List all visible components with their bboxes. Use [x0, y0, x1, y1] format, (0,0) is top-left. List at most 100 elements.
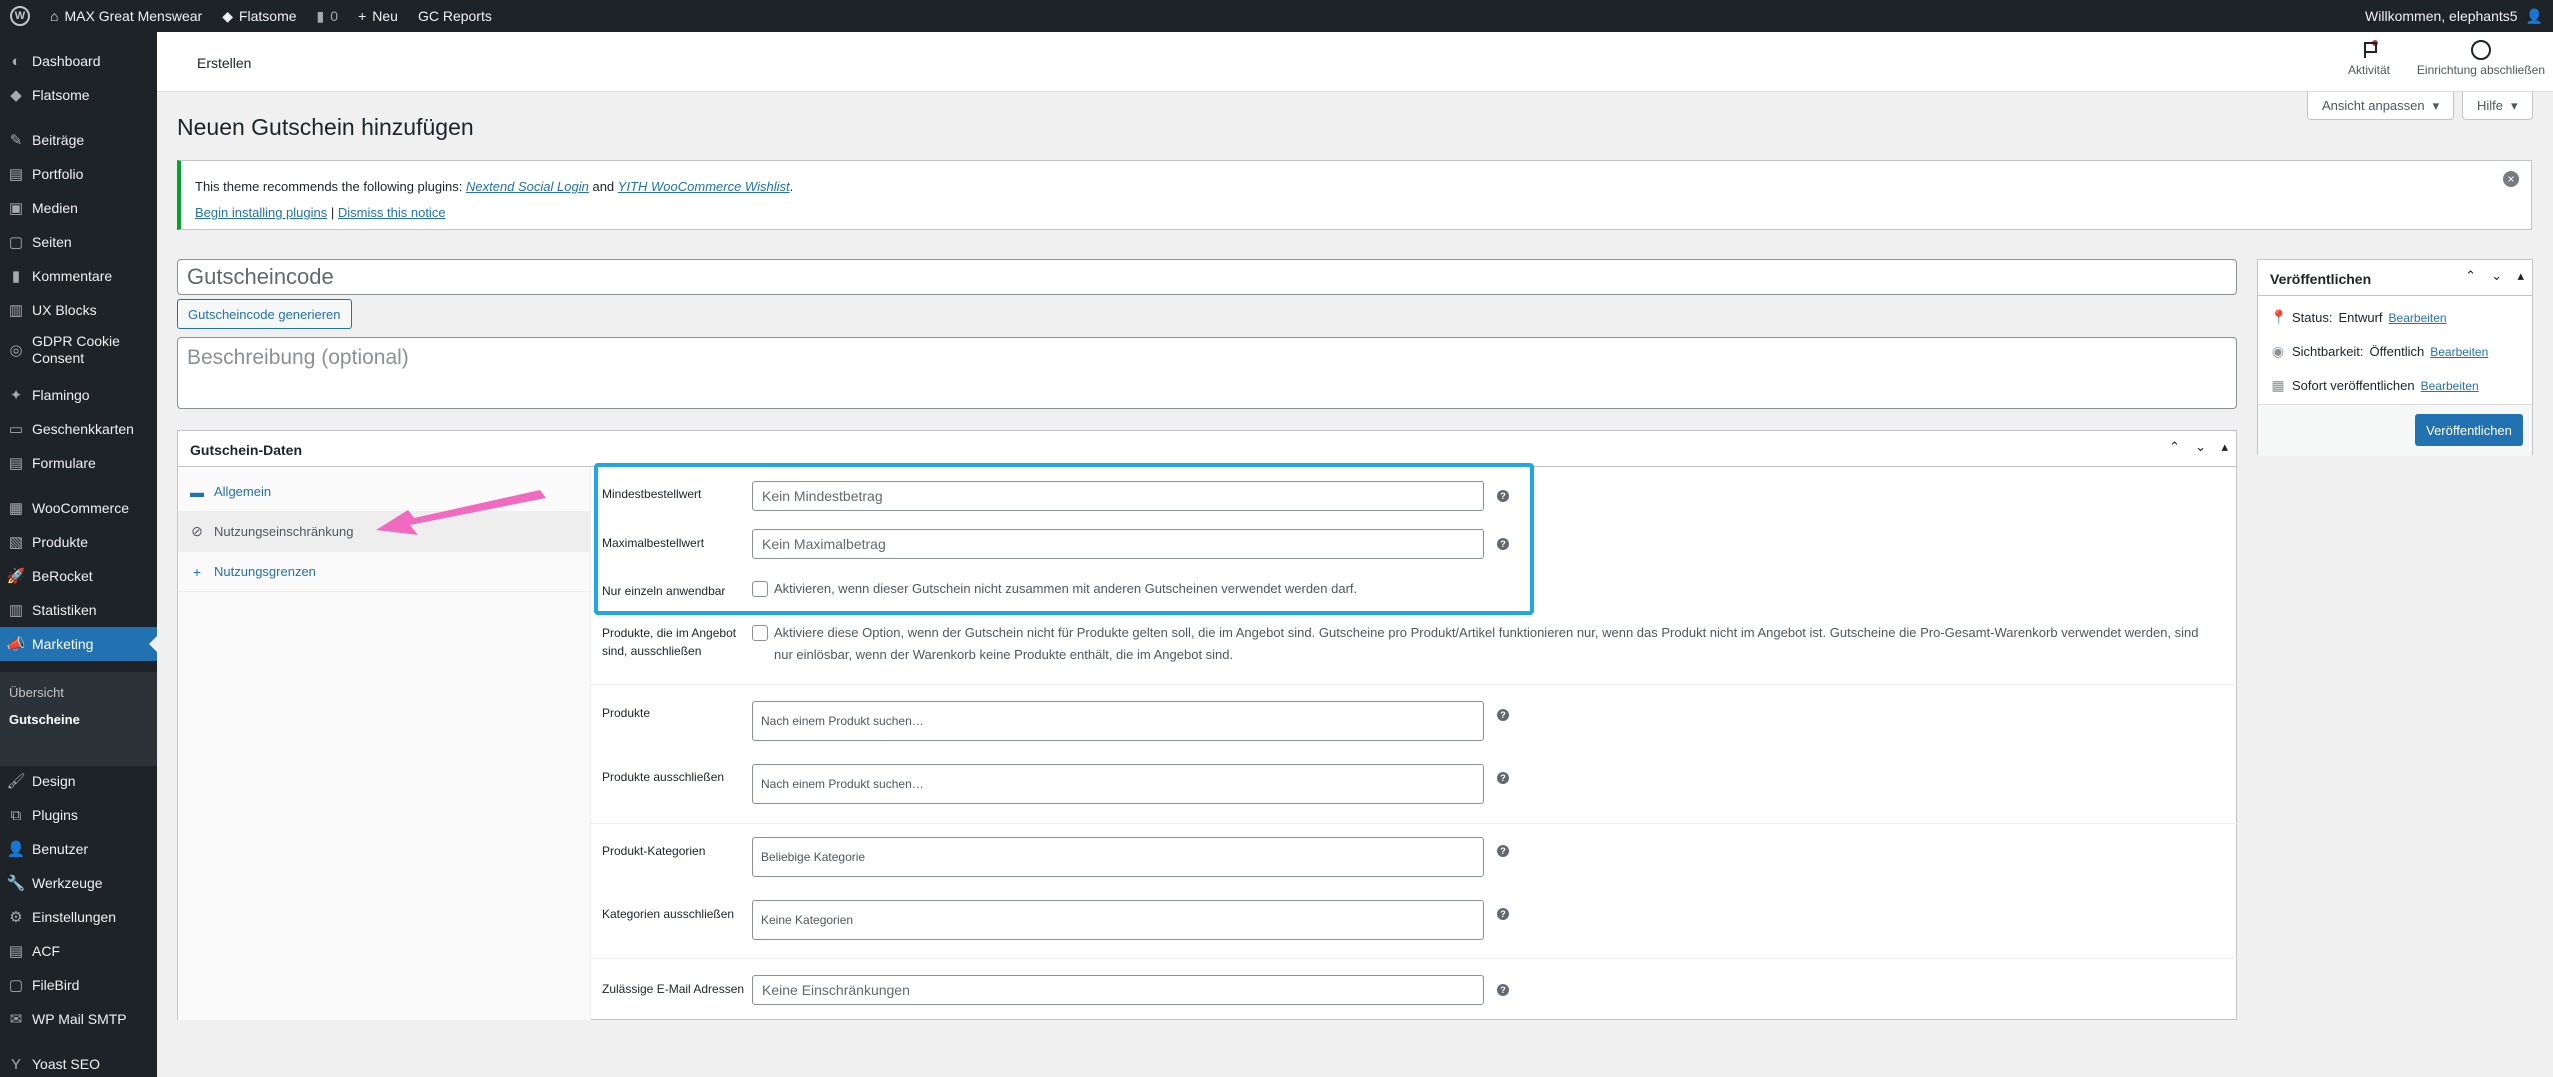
sidebar-item-label: Flatsome — [32, 87, 90, 103]
sidebar-item-dashboard[interactable]: ◐ Dashboard — [0, 44, 157, 78]
sidebar-item-statistiken[interactable]: ▥ Statistiken — [0, 593, 157, 627]
sidebar-item-label: Produkte — [32, 534, 89, 550]
design-icon: 🖌 — [6, 773, 26, 790]
pages-icon: ▢ — [8, 234, 24, 251]
wordpress-icon: W — [10, 6, 30, 26]
sidebar-item-woocommerce[interactable]: ▦ WooCommerce — [0, 491, 157, 525]
help-icon[interactable]: ? — [1497, 845, 1509, 857]
activity-button[interactable]: Aktivität — [2348, 40, 2390, 77]
sidebar-item-benutzer[interactable]: 👤 Benutzer — [0, 832, 157, 866]
toggle-panel-icon[interactable]: ▴ — [2517, 268, 2524, 284]
coupon-data-header: Gutschein-Daten ⌃ ⌄ ▴ — [178, 431, 2236, 467]
screen-options-button[interactable]: Ansicht anpassen ▾ — [2307, 92, 2455, 120]
greeting: Willkommen, elephants5 — [2365, 8, 2518, 24]
section-divider — [591, 684, 2237, 685]
sidebar-item-medien[interactable]: ▣ Medien — [0, 191, 157, 225]
gc-reports-link[interactable]: GC Reports — [408, 0, 502, 32]
exclude-sale-checkbox[interactable] — [752, 625, 768, 641]
my-account[interactable]: Willkommen, elephants5 👤 — [2365, 0, 2553, 32]
site-name-link[interactable]: ⌂ MAX Great Menswear — [40, 0, 212, 32]
chevron-down-icon[interactable]: ⌄ — [2491, 268, 2502, 284]
submenu-item-overview[interactable]: Übersicht — [9, 685, 64, 700]
dismiss-notice-link[interactable]: Dismiss this notice — [338, 205, 446, 220]
sidebar-item-kommentare[interactable]: ▮ Kommentare — [0, 259, 157, 293]
restriction-icon: ⊘ — [191, 523, 203, 539]
close-icon[interactable]: × — [2503, 171, 2519, 187]
sidebar-item-flatsome[interactable]: ◆ Flatsome — [0, 78, 157, 112]
notice-plugin-link-2[interactable]: YITH WooCommerce Wishlist — [618, 179, 790, 194]
sidebar-item-acf[interactable]: ▤ ACF — [0, 934, 157, 968]
help-icon[interactable]: ? — [1497, 709, 1509, 721]
finish-setup-button[interactable]: Einrichtung abschließen — [2417, 40, 2545, 77]
marketing-submenu: Übersicht Gutscheine — [0, 672, 157, 766]
sidebar-item-filebird[interactable]: ▢ FileBird — [0, 968, 157, 1002]
sidebar-item-label: GDPR Cookie Consent — [32, 332, 120, 367]
exclude-products-select[interactable]: Nach einem Produkt suchen… — [752, 764, 1484, 804]
chevron-up-icon[interactable]: ⌃ — [2169, 439, 2180, 455]
sidebar-item-berocket[interactable]: 🚀 BeRocket — [0, 559, 157, 593]
sidebar-item-label: Statistiken — [32, 602, 97, 618]
flag-icon — [2359, 40, 2379, 60]
mail-icon: ✉ — [9, 1011, 23, 1028]
comments-count: 0 — [330, 8, 339, 24]
status-row: 📍 Status: Entwurf Bearbeiten — [2270, 309, 2447, 325]
edit-visibility-link[interactable]: Bearbeiten — [2430, 345, 2488, 359]
tab-usage-limits[interactable]: + Nutzungsgrenzen — [178, 552, 591, 592]
description-input[interactable] — [177, 337, 2237, 409]
sidebar-item-plugins[interactable]: ⧉ Plugins — [0, 798, 157, 832]
forms-icon: ▤ — [8, 455, 24, 472]
edit-status-link[interactable]: Bearbeiten — [2389, 311, 2447, 325]
begin-installing-link[interactable]: Begin installing plugins — [195, 205, 327, 220]
flamingo-icon: ✦ — [9, 387, 23, 404]
publish-button[interactable]: Veröffentlichen — [2415, 414, 2523, 446]
exclude-products-label: Produkte ausschließen — [602, 770, 725, 784]
settings-icon: ⚙ — [9, 909, 23, 926]
section-divider — [591, 823, 2237, 824]
publish-title: Veröffentlichen — [2270, 271, 2372, 287]
edit-schedule-link[interactable]: Bearbeiten — [2421, 379, 2479, 393]
sidebar-item-geschenkkarten[interactable]: ▭ Geschenkkarten — [0, 412, 157, 446]
toggle-panel-icon[interactable]: ▴ — [2221, 439, 2228, 455]
sidebar-item-marketing[interactable]: 📣 Marketing — [0, 627, 157, 661]
exclude-categories-select[interactable]: Keine Kategorien — [752, 900, 1484, 940]
sidebar-item-formulare[interactable]: ▤ Formulare — [0, 446, 157, 480]
home-icon: ⌂ — [50, 8, 59, 24]
sidebar-item-wp-mail-smtp[interactable]: ✉ WP Mail SMTP — [0, 1002, 157, 1036]
sidebar-item-label: WP Mail SMTP — [32, 1011, 127, 1027]
sidebar-item-beiträge[interactable]: ✎ Beiträge — [0, 123, 157, 157]
help-button[interactable]: Hilfe ▾ — [2462, 92, 2533, 120]
sidebar-item-gdpr-cookie-consent[interactable]: ◎ GDPR Cookie Consent — [0, 327, 157, 373]
sidebar-item-seiten[interactable]: ▢ Seiten — [0, 225, 157, 259]
help-icon[interactable]: ? — [1497, 984, 1509, 996]
allowed-emails-input[interactable] — [752, 975, 1484, 1005]
help-icon[interactable]: ? — [1497, 908, 1509, 920]
chevron-down-icon[interactable]: ⌄ — [2195, 439, 2206, 455]
sidebar-item-label: UX Blocks — [32, 302, 97, 318]
sidebar-item-flamingo[interactable]: ✦ Flamingo — [0, 378, 157, 412]
categories-select[interactable]: Beliebige Kategorie — [752, 837, 1484, 877]
help-icon[interactable]: ? — [1497, 772, 1509, 784]
chevron-up-icon[interactable]: ⌃ — [2465, 268, 2476, 284]
sidebar-item-yoast-seo[interactable]: Y Yoast SEO — [0, 1047, 157, 1077]
gift-card-icon: ▭ — [8, 421, 24, 438]
new-content-link[interactable]: + Neu — [348, 0, 408, 32]
sidebar-item-label: Design — [32, 773, 76, 789]
coupon-code-input[interactable] — [177, 259, 2237, 295]
sidebar-item-design[interactable]: 🖌 Design — [0, 764, 157, 798]
wp-logo-menu[interactable]: W — [0, 0, 40, 32]
site-name: MAX Great Menswear — [64, 8, 203, 24]
sidebar-item-ux-blocks[interactable]: ▥ UX Blocks — [0, 293, 157, 327]
comment-icon: ▮ — [316, 7, 325, 24]
generate-code-button[interactable]: Gutscheincode generieren — [177, 299, 352, 329]
caret-down-icon: ▾ — [2432, 97, 2440, 113]
submenu-item-coupons[interactable]: Gutscheine — [9, 712, 80, 727]
sidebar-item-portfolio[interactable]: ▤ Portfolio — [0, 157, 157, 191]
sidebar-item-label: Seiten — [32, 234, 72, 250]
sidebar-item-produkte[interactable]: ▧ Produkte — [0, 525, 157, 559]
comments-link[interactable]: ▮ 0 — [307, 0, 349, 32]
products-select[interactable]: Nach einem Produkt suchen… — [752, 701, 1484, 741]
theme-link[interactable]: ◆ Flatsome — [212, 0, 306, 32]
notice-plugin-link-1[interactable]: Nextend Social Login — [466, 179, 589, 194]
sidebar-item-werkzeuge[interactable]: 🔧 Werkzeuge — [0, 866, 157, 900]
sidebar-item-einstellungen[interactable]: ⚙ Einstellungen — [0, 900, 157, 934]
